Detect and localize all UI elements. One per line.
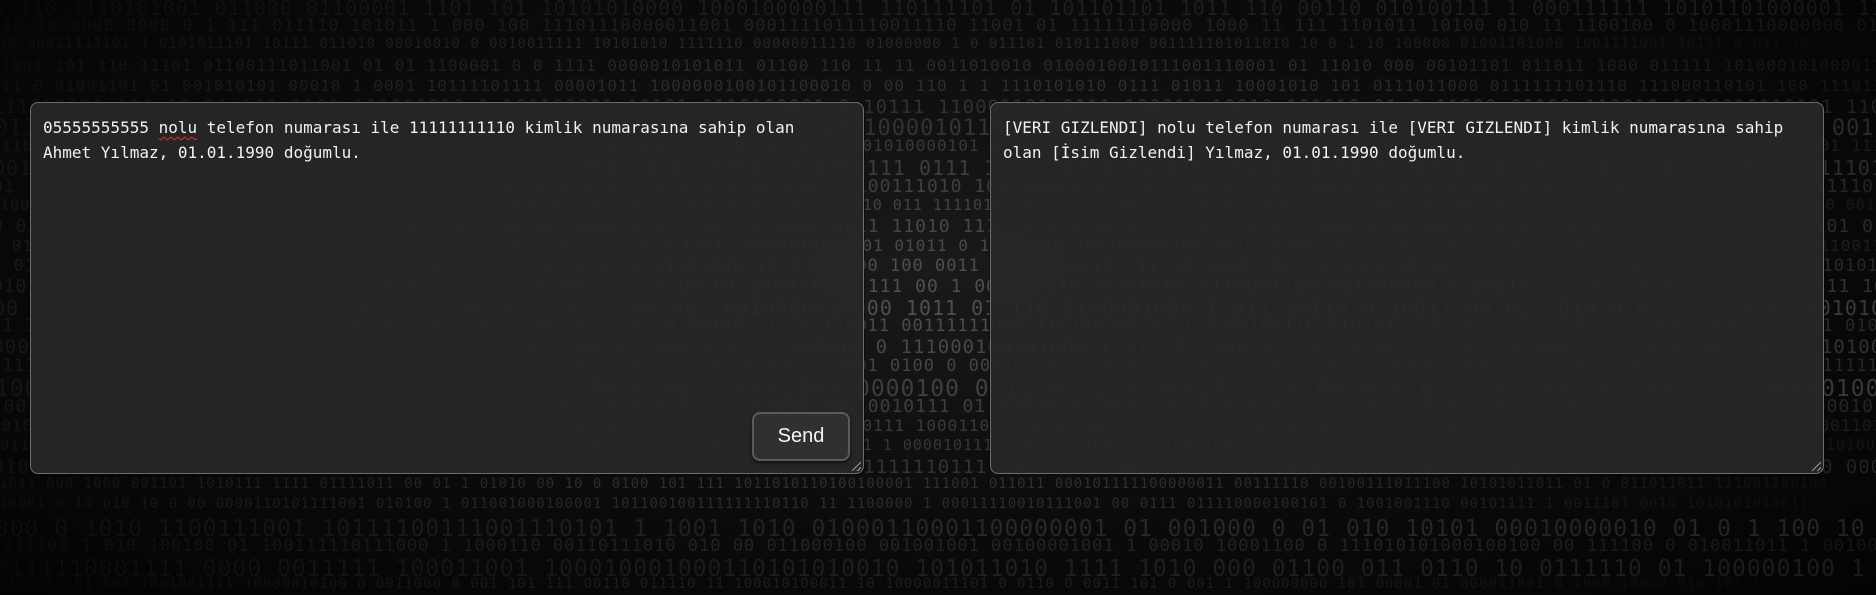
resize-grip-icon[interactable] [852, 462, 861, 471]
binary-row: 1110 10 0000 0000 0 1 111 011110 101011 … [0, 16, 1876, 36]
binary-row: 1000 0 1010 1100111001 10111100111001110… [0, 516, 1876, 542]
binary-row: 111001 101 110 11101 01100111011001 01 0… [0, 56, 1876, 75]
binary-row: 01 110 1110101001 011000 01100001 1101 1… [0, 0, 1876, 20]
binary-row: 00111110001111 0000 0011111 100011001 10… [0, 556, 1876, 582]
app-stage: 01 110 1110101001 011000 01100001 1101 1… [0, 0, 1876, 595]
binary-row: 1011 0 01001101 01 001010101 00010 1 000… [0, 76, 1876, 95]
output-panel[interactable]: [VERI GIZLENDI] nolu telefon numarası il… [990, 102, 1824, 474]
binary-row: 1 10001 0 10 010 10 0 00 000011010111100… [0, 496, 1810, 512]
binary-row: 01011100 1 010 100100 01 100111110111000… [0, 536, 1876, 556]
binary-row: 0 10 00011111101 1 0101011101 10111 0110… [0, 36, 1810, 52]
resize-grip-icon[interactable] [1812, 462, 1821, 471]
output-textarea[interactable]: [VERI GIZLENDI] nolu telefon numarası il… [991, 103, 1823, 473]
misspelled-word: nolu [158, 118, 198, 137]
send-button[interactable]: Send [752, 412, 850, 461]
input-panel[interactable]: 05555555555 nolu telefon numarası ile 11… [30, 102, 864, 474]
binary-row: 011011 000 1000 001101 1010111 1111 0111… [0, 476, 1829, 492]
input-text-part-1: 05555555555 [43, 118, 159, 137]
binary-row: 111110 1 101 000 1001001111 10000010100 … [0, 576, 1819, 592]
input-textarea[interactable]: 05555555555 nolu telefon numarası ile 11… [31, 103, 863, 473]
